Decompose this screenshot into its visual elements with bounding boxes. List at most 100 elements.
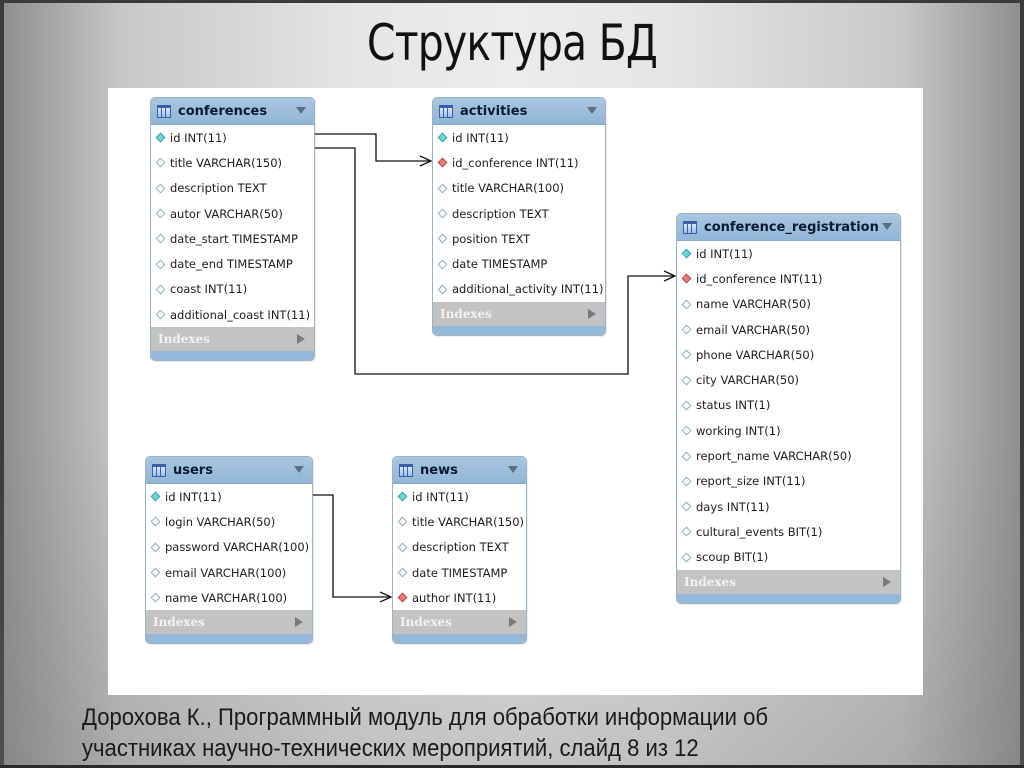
table-name: conferences — [178, 103, 268, 119]
column-row[interactable]: days INT(11) — [677, 494, 900, 519]
primary-key-icon — [397, 491, 408, 502]
table-footer — [677, 593, 900, 603]
collapse-caret-icon[interactable] — [296, 107, 306, 114]
column-row[interactable]: phone VARCHAR(50) — [677, 342, 900, 367]
column-row[interactable]: email VARCHAR(50) — [677, 317, 900, 342]
column-row[interactable]: id_conference INT(11) — [433, 150, 605, 175]
column-text: scoup BIT(1) — [696, 550, 769, 565]
table-activities[interactable]: activities id INT(11) id_conference INT(… — [432, 97, 606, 337]
column-text: name VARCHAR(100) — [165, 590, 288, 605]
expand-arrow-icon[interactable] — [295, 617, 303, 628]
table-users[interactable]: users id INT(11) login VARCHAR(50) passw… — [145, 456, 313, 645]
table-icon — [152, 463, 166, 477]
column-row[interactable]: status INT(1) — [677, 393, 900, 418]
collapse-caret-icon[interactable] — [587, 107, 597, 114]
column-row[interactable]: author INT(11) — [393, 585, 526, 610]
column-text: status INT(1) — [696, 398, 771, 413]
column-text: id INT(11) — [170, 130, 227, 145]
column-icon — [150, 592, 161, 603]
column-row[interactable]: position TEXT — [433, 226, 605, 251]
column-row[interactable]: login VARCHAR(50) — [146, 509, 312, 534]
indexes-section[interactable]: Indexes — [433, 302, 605, 327]
column-icon — [155, 259, 166, 270]
table-footer — [146, 634, 312, 644]
collapse-caret-icon[interactable] — [508, 466, 518, 473]
table-icon — [157, 104, 171, 118]
table-header[interactable]: conference_registration — [677, 214, 900, 241]
column-row[interactable]: cultural_events BIT(1) — [677, 519, 900, 544]
column-row[interactable]: title VARCHAR(150) — [393, 509, 526, 534]
expand-arrow-icon[interactable] — [509, 617, 517, 628]
table-icon — [683, 220, 697, 234]
column-row[interactable]: description TEXT — [393, 535, 526, 560]
column-text: coast INT(11) — [170, 282, 248, 297]
indexes-label: Indexes — [153, 615, 205, 630]
column-row[interactable]: scoup BIT(1) — [677, 545, 900, 570]
column-list: id INT(11) id_conference INT(11) name VA… — [677, 241, 900, 570]
expand-arrow-icon[interactable] — [883, 576, 891, 587]
column-row[interactable]: autor VARCHAR(50) — [151, 201, 314, 226]
indexes-label: Indexes — [400, 615, 452, 630]
column-text: id_conference INT(11) — [452, 155, 579, 170]
column-text: description TEXT — [412, 540, 509, 555]
indexes-section[interactable]: Indexes — [151, 327, 314, 352]
column-row[interactable]: id INT(11) — [393, 484, 526, 509]
column-row[interactable]: city VARCHAR(50) — [677, 367, 900, 392]
column-row[interactable]: coast INT(11) — [151, 277, 314, 302]
table-header[interactable]: news — [393, 457, 526, 484]
indexes-section[interactable]: Indexes — [677, 569, 900, 594]
column-row[interactable]: id INT(11) — [433, 125, 605, 150]
table-header[interactable]: conferences — [151, 98, 314, 125]
column-row[interactable]: description TEXT — [151, 176, 314, 201]
table-conferences[interactable]: conferences id INT(11) title VARCHAR(150… — [150, 97, 315, 362]
column-row[interactable]: report_size INT(11) — [677, 469, 900, 494]
table-icon — [439, 104, 453, 118]
expand-arrow-icon[interactable] — [297, 334, 305, 345]
foreign-key-icon — [437, 157, 448, 168]
column-row[interactable]: date_end TIMESTAMP — [151, 251, 314, 276]
column-row[interactable]: date TIMESTAMP — [433, 251, 605, 276]
slide-footer: Дорохова К., Программный модуль для обра… — [82, 702, 910, 764]
collapse-caret-icon[interactable] — [882, 223, 892, 230]
column-icon — [150, 542, 161, 553]
indexes-section[interactable]: Indexes — [146, 610, 312, 635]
table-conference-registration[interactable]: conference_registration id INT(11) id_co… — [676, 213, 901, 604]
column-row[interactable]: email VARCHAR(100) — [146, 560, 312, 585]
column-icon — [437, 284, 448, 295]
column-row[interactable]: id INT(11) — [677, 241, 900, 266]
column-text: city VARCHAR(50) — [696, 373, 800, 388]
column-row[interactable]: additional_activity INT(11) — [433, 277, 605, 302]
table-header[interactable]: users — [146, 457, 312, 484]
indexes-section[interactable]: Indexes — [393, 610, 526, 635]
column-row[interactable]: title VARCHAR(150) — [151, 150, 314, 175]
column-icon — [437, 208, 448, 219]
column-icon — [397, 516, 408, 527]
column-row[interactable]: id INT(11) — [151, 125, 314, 150]
column-text: title VARCHAR(150) — [412, 514, 525, 529]
table-footer — [433, 326, 605, 336]
column-row[interactable]: id_conference INT(11) — [677, 266, 900, 291]
column-icon — [681, 451, 692, 461]
column-row[interactable]: additional_coast INT(11) — [151, 302, 314, 327]
table-name: activities — [460, 103, 528, 119]
table-footer — [151, 351, 314, 361]
column-row[interactable]: id INT(11) — [146, 484, 312, 509]
collapse-caret-icon[interactable] — [294, 466, 304, 473]
column-row[interactable]: date_start TIMESTAMP — [151, 226, 314, 251]
column-row[interactable]: name VARCHAR(50) — [677, 292, 900, 317]
table-header[interactable]: activities — [433, 98, 605, 125]
column-row[interactable]: description TEXT — [433, 201, 605, 226]
column-icon — [437, 259, 448, 270]
footer-line-2: участниках научно-технических мероприяти… — [82, 735, 699, 762]
primary-key-icon — [437, 132, 448, 143]
column-row[interactable]: title VARCHAR(100) — [433, 176, 605, 201]
expand-arrow-icon[interactable] — [588, 309, 596, 320]
column-row[interactable]: name VARCHAR(100) — [146, 585, 312, 610]
column-row[interactable]: working INT(1) — [677, 418, 900, 443]
table-news[interactable]: news id INT(11) title VARCHAR(150) descr… — [392, 456, 527, 645]
column-row[interactable]: password VARCHAR(100) — [146, 535, 312, 560]
column-icon — [150, 567, 161, 578]
table-footer — [393, 634, 526, 644]
column-row[interactable]: report_name VARCHAR(50) — [677, 443, 900, 468]
column-row[interactable]: date TIMESTAMP — [393, 560, 526, 585]
